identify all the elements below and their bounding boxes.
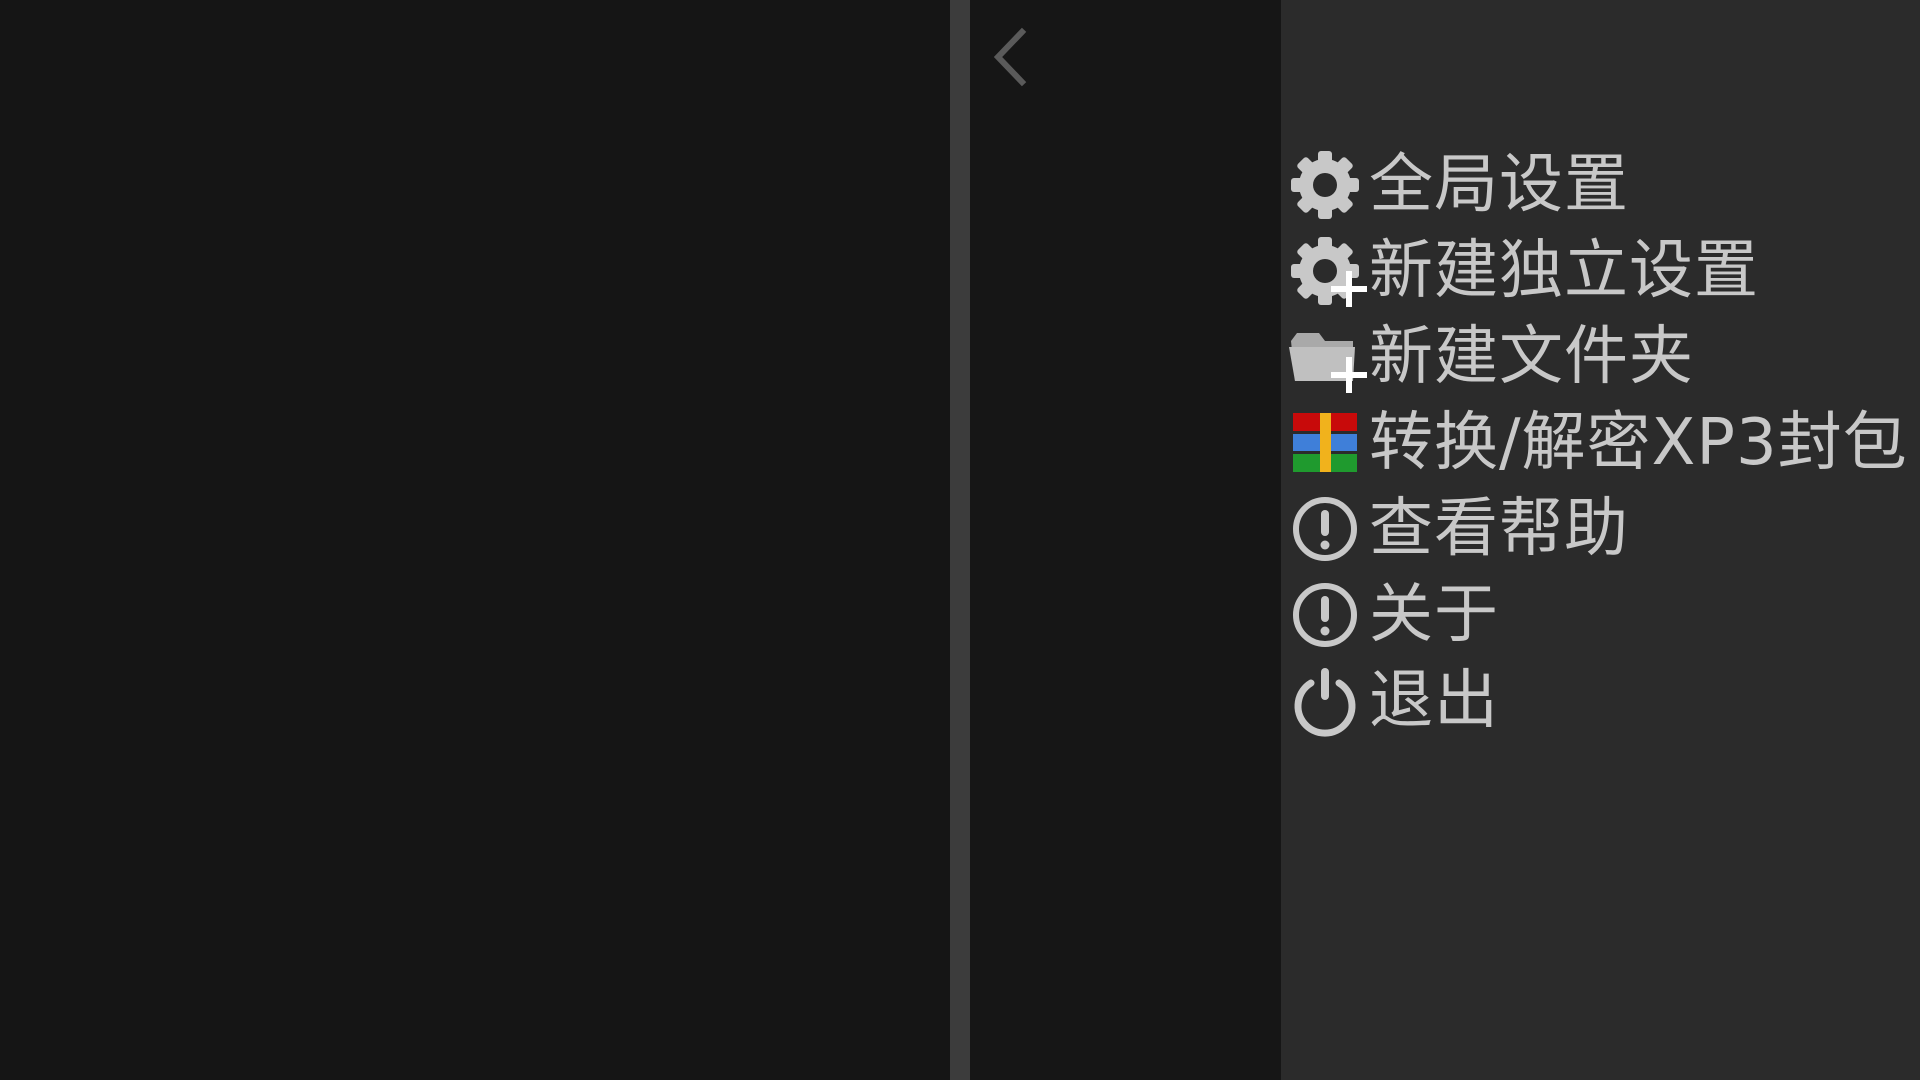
side-pane	[970, 0, 1281, 1080]
menu-item-about[interactable]: 关于	[1289, 572, 1908, 658]
menu-list: 全局设置 新建独立设置 新建文件夹 转换/解密XP3封包 查看帮助 关于 退出	[1289, 142, 1908, 744]
exclamation-circle-icon	[1289, 579, 1361, 651]
menu-label: 新建独立设置	[1369, 234, 1759, 308]
menu-label: 退出	[1369, 664, 1499, 738]
back-button[interactable]	[982, 22, 1038, 92]
pane-divider[interactable]	[950, 0, 970, 1080]
menu-item-new-folder[interactable]: 新建文件夹	[1289, 314, 1908, 400]
menu-item-new-standalone-settings[interactable]: 新建独立设置	[1289, 228, 1908, 314]
archive-icon	[1289, 407, 1361, 479]
menu-label: 全局设置	[1369, 148, 1629, 222]
menu-label: 转换/解密XP3封包	[1369, 406, 1908, 480]
menu-item-global-settings[interactable]: 全局设置	[1289, 142, 1908, 228]
app-window: 全局设置 新建独立设置 新建文件夹 转换/解密XP3封包 查看帮助 关于 退出	[0, 0, 1920, 1080]
menu-item-view-help[interactable]: 查看帮助	[1289, 486, 1908, 572]
exclamation-circle-icon	[1289, 493, 1361, 565]
content-pane	[0, 0, 950, 1080]
menu-label: 查看帮助	[1369, 492, 1629, 566]
folder-plus-icon	[1289, 321, 1367, 393]
gear-icon	[1289, 149, 1361, 221]
menu-item-exit[interactable]: 退出	[1289, 658, 1908, 744]
power-icon	[1289, 665, 1361, 737]
menu-label: 新建文件夹	[1369, 320, 1694, 394]
chevron-left-icon	[993, 27, 1027, 87]
gear-plus-icon	[1289, 235, 1367, 307]
main-menu: 全局设置 新建独立设置 新建文件夹 转换/解密XP3封包 查看帮助 关于 退出	[1281, 0, 1920, 1080]
menu-label: 关于	[1369, 578, 1499, 652]
menu-item-convert-decrypt-xp3[interactable]: 转换/解密XP3封包	[1289, 400, 1908, 486]
